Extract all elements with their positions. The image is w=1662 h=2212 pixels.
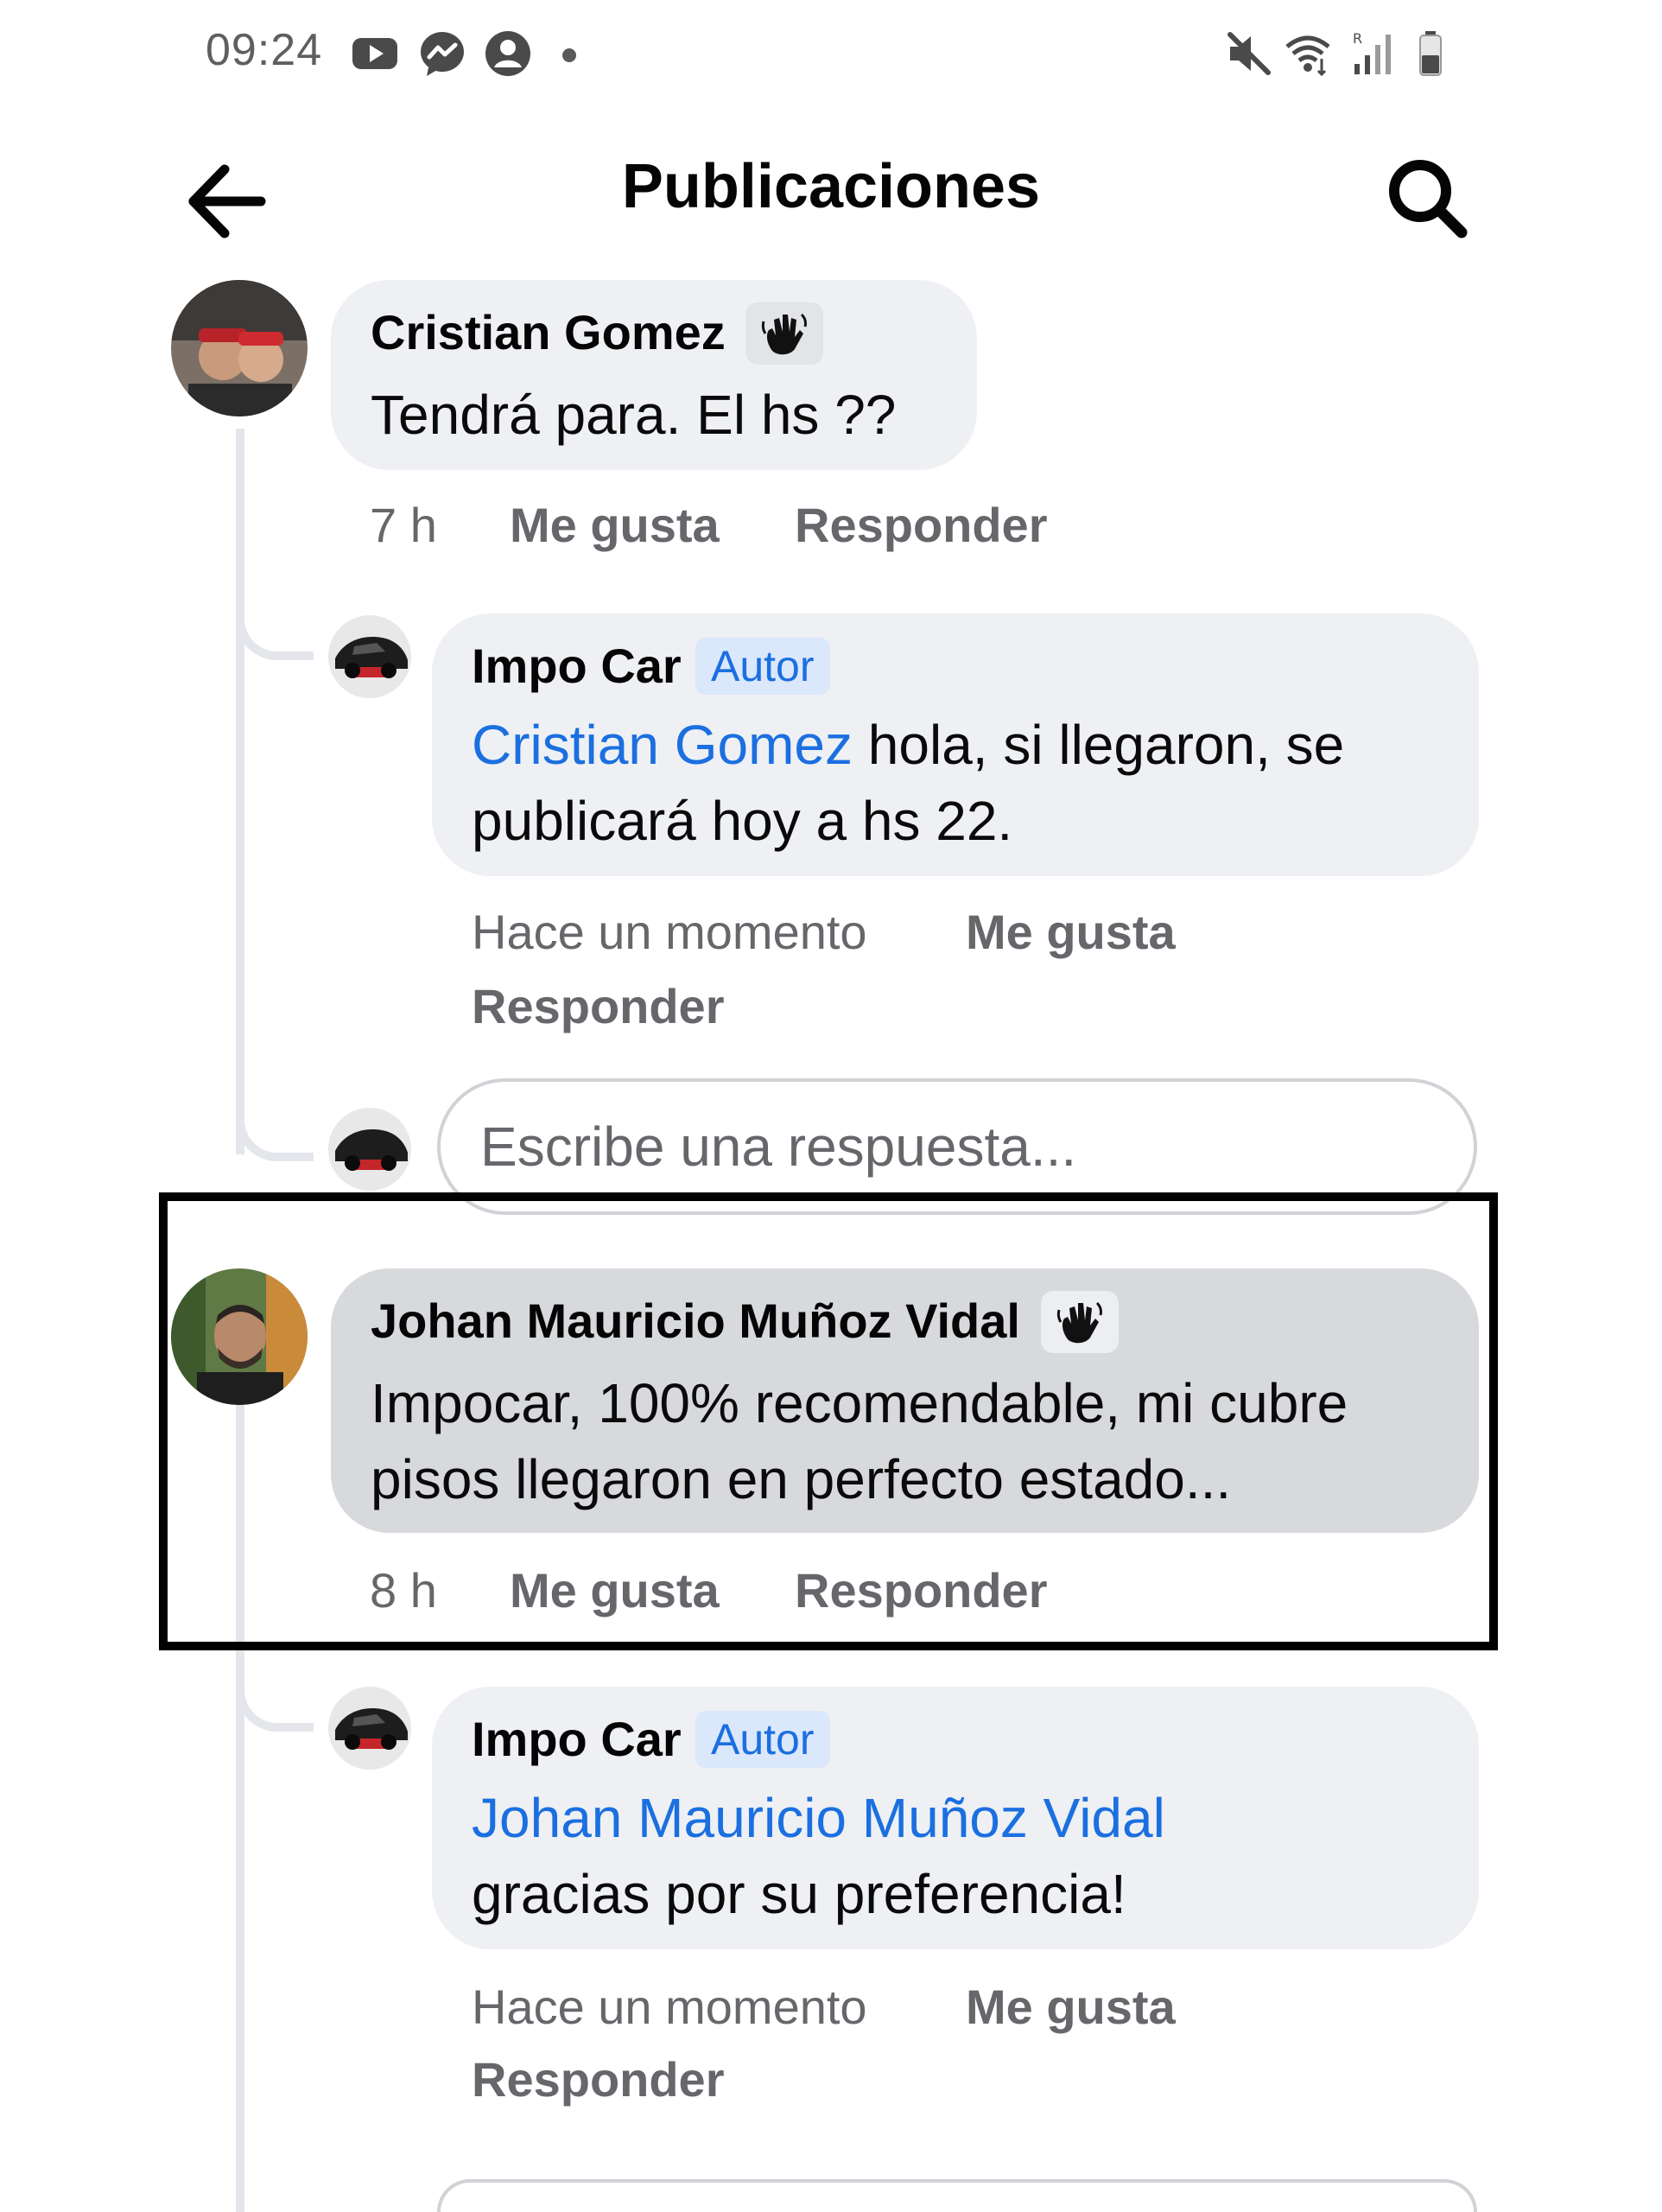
highlight-box: [159, 1192, 1498, 1650]
notification-dot: [562, 48, 576, 62]
avatar[interactable]: [171, 280, 308, 416]
reply-author[interactable]: Impo Car: [472, 638, 682, 694]
youtube-icon: [352, 38, 397, 69]
reply-text: Cristian Gomez hola, si llegaron, se: [472, 707, 1344, 783]
comment-author[interactable]: Cristian Gomez: [371, 304, 726, 360]
comment-text: Tendrá para. El hs ??: [371, 384, 897, 446]
mute-icon: [1227, 32, 1271, 75]
comment-bubble[interactable]: Cristian Gomez Tendrá para. El hs ??: [331, 280, 977, 470]
like-button[interactable]: Me gusta: [966, 904, 1176, 960]
author-badge: Autor: [695, 638, 830, 695]
signal-icon: R: [1353, 30, 1391, 74]
status-time: 09:24: [206, 25, 323, 75]
thread-connector: [236, 1097, 314, 1161]
thread-line: [236, 429, 244, 1154]
waving-hand-icon: [745, 302, 823, 365]
reply-text-line: gracias por su preferencia!: [472, 1863, 1126, 1925]
reply-button[interactable]: Responder: [795, 497, 1048, 553]
mention-link[interactable]: Cristian Gomez: [472, 714, 853, 776]
comment-time: 7 h: [370, 498, 437, 552]
wifi-icon: [1285, 35, 1330, 77]
reply-bubble[interactable]: Impo Car Autor Cristian Gomez hola, si l…: [432, 613, 1479, 876]
battery-icon: [1419, 31, 1442, 76]
avatar: [328, 1108, 411, 1191]
author-badge: Autor: [695, 1711, 830, 1768]
svg-text:R: R: [1353, 30, 1362, 47]
like-button[interactable]: Me gusta: [510, 497, 720, 553]
mention-link[interactable]: Johan Mauricio Muñoz Vidal: [472, 1780, 1165, 1856]
reply-text-line: hola, si llegaron, se: [867, 714, 1345, 776]
messenger-icon: [421, 32, 464, 76]
account-icon: [485, 31, 530, 76]
avatar[interactable]: [328, 1687, 411, 1770]
reply-button[interactable]: Responder: [472, 978, 725, 1034]
reply-bubble[interactable]: Impo Car Autor Johan Mauricio Muñoz Vida…: [432, 1687, 1479, 1949]
like-button[interactable]: Me gusta: [966, 1979, 1176, 2035]
avatar[interactable]: [328, 615, 411, 698]
reply-input-partial[interactable]: [437, 2179, 1477, 2212]
search-icon[interactable]: [1380, 151, 1475, 246]
thread-connector: [236, 1676, 314, 1732]
reply-time: Hace un momento: [472, 905, 867, 959]
thread-connector: [236, 605, 314, 660]
reply-time: Hace un momento: [472, 1980, 867, 2034]
reply-author[interactable]: Impo Car: [472, 1711, 682, 1767]
reply-button[interactable]: Responder: [472, 2051, 725, 2107]
reply-text-line: publicará hoy a hs 22.: [472, 790, 1013, 852]
